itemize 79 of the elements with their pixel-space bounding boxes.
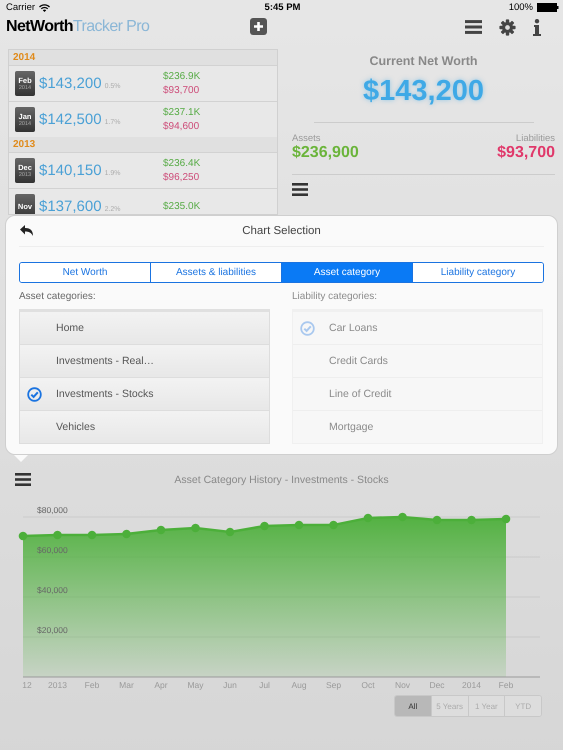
chart-title: Asset Category History - Investments - Stocks	[173, 474, 390, 486]
data-point	[364, 514, 372, 522]
axis-tick-label: Dec	[429, 680, 445, 690]
axis-tick-label: Jun	[223, 680, 237, 690]
battery-percent: 100%	[508, 2, 533, 13]
axis-tick-label: Feb	[498, 680, 514, 690]
chart-type-tab[interactable]: Net Worth	[20, 263, 150, 282]
liabilities-total: $93,700	[497, 144, 555, 162]
axis-tick-label: Apr	[154, 680, 168, 690]
wifi-icon	[39, 4, 50, 12]
battery-icon	[537, 3, 559, 12]
assets-value: $237.1K	[163, 106, 200, 120]
axis-tick-label: Nov	[394, 680, 410, 690]
data-point	[432, 516, 442, 524]
status-time: 5:45 PM	[264, 2, 300, 13]
data-point	[294, 520, 304, 530]
data-point	[329, 520, 338, 530]
menu-icon[interactable]	[465, 20, 482, 34]
year-header: 2013	[12, 138, 36, 152]
data-point	[156, 526, 166, 534]
data-point	[502, 514, 510, 524]
chart-type-tab[interactable]: Assets & liabilities	[150, 263, 281, 282]
category-item[interactable]: Investments - Real…	[20, 344, 269, 377]
add-icon[interactable]	[250, 18, 267, 35]
axis-tick-label: Sep	[326, 680, 342, 690]
menu-icon[interactable]	[292, 183, 308, 196]
axis-tick-label: May	[187, 680, 204, 690]
net-worth-total: $143,200	[314, 75, 534, 123]
settings-icon[interactable]	[499, 18, 516, 36]
assets-value: $236.4K	[163, 156, 200, 170]
range-button[interactable]: All	[395, 696, 431, 716]
axis-tick-label: $20,000	[37, 625, 68, 635]
liabilities-label: Liabilities	[516, 133, 555, 144]
net-worth-value: $143,200	[39, 75, 102, 92]
data-point	[226, 528, 234, 536]
axis-tick-label: 2014	[462, 680, 481, 690]
back-icon[interactable]	[19, 224, 34, 237]
axis-tick-label: Mar	[119, 680, 134, 690]
data-point	[191, 524, 200, 532]
info-icon[interactable]	[533, 18, 541, 36]
data-point	[53, 530, 62, 540]
assets-value: $235.0K	[163, 200, 200, 214]
chart-type-tab[interactable]: Liability category	[412, 263, 543, 282]
category-heading: Asset categories:	[19, 291, 97, 304]
liabilities-value: $96,250	[163, 170, 200, 184]
data-point	[467, 516, 476, 524]
liabilities-value: $93,700	[163, 84, 200, 98]
assets-label: Assets	[292, 133, 322, 144]
liabilities-value: $94,600	[163, 120, 200, 134]
year-header: 2014	[12, 51, 36, 65]
axis-tick-label: $60,000	[37, 545, 68, 555]
axis-tick-label: Aug	[291, 680, 307, 690]
data-point	[398, 512, 407, 522]
assets-value: $236.9K	[163, 70, 200, 84]
net-worth-value: $137,600	[39, 198, 102, 214]
category-item[interactable]: Vehicles	[20, 410, 269, 443]
data-point	[88, 530, 96, 540]
net-worth-value: $142,500	[39, 111, 102, 128]
axis-tick-label: 12	[22, 680, 32, 690]
data-point	[260, 522, 269, 530]
app-title: NetWorth	[6, 18, 73, 36]
category-heading: Liability categories:	[292, 291, 378, 304]
data-point	[18, 532, 28, 540]
assets-total: $236,900	[292, 144, 359, 162]
chart-type-tab[interactable]: Asset category	[281, 263, 412, 282]
net-worth-value: $140,150	[39, 162, 102, 179]
menu-icon[interactable]	[15, 472, 31, 486]
axis-tick-label: Oct	[361, 680, 375, 690]
axis-tick-label: $80,000	[37, 505, 68, 515]
axis-tick-label: $40,000	[37, 585, 68, 595]
data-point	[122, 530, 131, 538]
category-item[interactable]: Investments - Stocks	[20, 377, 269, 410]
app-subtitle: Tracker Pro	[72, 18, 150, 36]
axis-tick-label: 2013	[48, 680, 67, 690]
net-worth-label: Current Net Worth	[369, 54, 478, 68]
carrier-label: Carrier	[6, 2, 36, 13]
axis-tick-label: Jul	[259, 680, 270, 690]
popover-title: Chart Selection	[242, 225, 321, 237]
axis-tick-label: Feb	[84, 680, 100, 690]
